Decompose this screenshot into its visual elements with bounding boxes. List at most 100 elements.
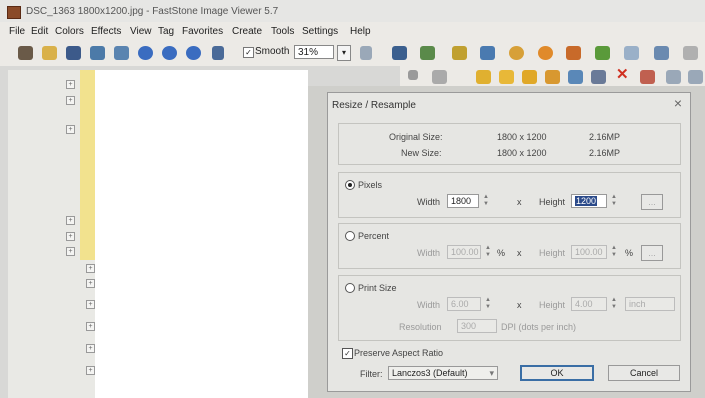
menu-tools[interactable]: Tools xyxy=(271,26,294,37)
percent-label: Percent xyxy=(358,231,390,241)
tree-expand-icon[interactable]: + xyxy=(86,322,95,331)
new-size-mp: 2.16MP xyxy=(589,148,621,158)
menu-file[interactable]: File xyxy=(9,26,25,37)
image-preview[interactable] xyxy=(95,70,308,398)
tree-expand-icon[interactable]: + xyxy=(86,344,95,353)
filter-select[interactable]: Lanczos3 (Default) ▾ xyxy=(388,366,498,380)
tree-expand-icon[interactable]: + xyxy=(66,232,75,241)
tree-expand-icon[interactable]: + xyxy=(86,300,95,309)
zoom-input[interactable]: 31% xyxy=(294,45,334,59)
tree-expand-icon[interactable]: + xyxy=(66,216,75,225)
print-height-spinner[interactable]: ▲ ▼ xyxy=(610,297,618,311)
print-unit-select[interactable]: inch xyxy=(625,297,675,311)
preserve-aspect-checkbox[interactable]: ✓ xyxy=(342,348,353,359)
color-icon[interactable] xyxy=(538,46,553,60)
cancel-button[interactable]: Cancel xyxy=(608,365,680,381)
percent-height-input[interactable]: 100.00 xyxy=(571,245,607,259)
hand-tool-icon[interactable] xyxy=(360,46,372,60)
title-bar: DSC_1363 1800x1200.jpg - FastStone Image… xyxy=(0,0,705,22)
tag-icon[interactable] xyxy=(522,70,537,84)
list-view-icon[interactable] xyxy=(688,70,703,84)
user-icon[interactable] xyxy=(509,46,524,60)
menu-effects[interactable]: Effects xyxy=(91,26,121,37)
tree-expand-icon[interactable]: + xyxy=(86,279,95,288)
resize-icon[interactable] xyxy=(452,46,467,60)
ok-button[interactable]: OK xyxy=(520,365,594,381)
canvas-icon[interactable] xyxy=(480,46,495,60)
rotate-left-icon[interactable] xyxy=(566,46,581,60)
print-size-radio[interactable] xyxy=(345,283,355,293)
camera-icon[interactable] xyxy=(18,46,33,60)
smooth-checkbox[interactable]: ✓ xyxy=(243,47,254,58)
secondary-toolbar: ✕ xyxy=(400,66,705,86)
pixels-height-spinner[interactable]: ▲ ▼ xyxy=(610,194,618,208)
save-icon[interactable] xyxy=(66,46,81,60)
pixels-label: Pixels xyxy=(358,180,383,190)
tree-expand-icon[interactable]: + xyxy=(66,96,75,105)
print-width-spinner[interactable]: ▲ ▼ xyxy=(484,297,492,311)
menu-tag[interactable]: Tag xyxy=(158,26,174,37)
zoom-out-icon[interactable] xyxy=(162,46,177,60)
resolution-input[interactable]: 300 xyxy=(457,319,497,333)
percent-height-spinner[interactable]: ▲ ▼ xyxy=(610,245,618,259)
copy-icon[interactable] xyxy=(545,70,560,84)
percent-width-input[interactable]: 100.00 xyxy=(447,245,481,259)
pixels-height-input[interactable]: 1200 xyxy=(571,194,607,208)
percent-x-label: x xyxy=(517,248,522,258)
move-icon[interactable] xyxy=(568,70,583,84)
tree-expand-icon[interactable]: + xyxy=(86,366,95,375)
info-icon[interactable] xyxy=(640,70,655,84)
chevron-down-icon: ▾ xyxy=(489,368,494,378)
tree-expand-icon[interactable]: + xyxy=(66,125,75,134)
thumbnail-view-icon[interactable] xyxy=(666,70,681,84)
original-size-label: Original Size: xyxy=(389,132,443,142)
resize-dialog: Resize / Resample × Original Size: 1800 … xyxy=(327,92,691,392)
favorites-icon[interactable] xyxy=(499,70,514,84)
percent-radio[interactable] xyxy=(345,231,355,241)
zoom-dropdown-button[interactable]: ▾ xyxy=(337,45,351,61)
menu-view[interactable]: View xyxy=(130,26,152,37)
percent-width-spinner[interactable]: ▲ ▼ xyxy=(484,245,492,259)
folder-icon[interactable] xyxy=(476,70,491,84)
pixels-radio[interactable] xyxy=(345,180,355,190)
menu-help[interactable]: Help xyxy=(350,26,371,37)
print-width-input[interactable]: 6.00 xyxy=(447,297,481,311)
delete-icon[interactable]: ✕ xyxy=(616,67,631,82)
percent-section: Percent Width 100.00 ▲ ▼ % x Height 100.0… xyxy=(338,223,681,269)
print-height-input[interactable]: 4.00 xyxy=(571,297,607,311)
browser-icon[interactable] xyxy=(42,46,57,60)
slideshow-icon[interactable] xyxy=(624,46,639,60)
new-size-value: 1800 x 1200 xyxy=(497,148,547,158)
pixels-more-button[interactable]: ... xyxy=(641,194,663,210)
print-x-label: x xyxy=(517,300,522,310)
tree-expand-icon[interactable]: + xyxy=(86,264,95,273)
tree-expand-icon[interactable]: + xyxy=(66,247,75,256)
fullscreen-icon[interactable] xyxy=(654,46,669,60)
chevron-up-icon[interactable] xyxy=(408,70,418,80)
pixels-width-label: Width xyxy=(417,197,441,207)
print-icon[interactable] xyxy=(591,70,606,84)
actual-size-icon[interactable] xyxy=(186,46,201,60)
print-height-label: Height xyxy=(539,300,566,310)
rotate-right-icon[interactable] xyxy=(595,46,610,60)
save-as-icon[interactable] xyxy=(90,46,105,60)
settings-icon[interactable] xyxy=(683,46,698,60)
close-icon[interactable]: × xyxy=(674,95,682,111)
crop-icon[interactable] xyxy=(420,46,435,60)
menu-favorites[interactable]: Favorites xyxy=(182,26,223,37)
effects-icon[interactable] xyxy=(392,46,407,60)
filter-label: Filter: xyxy=(360,369,383,379)
menu-settings[interactable]: Settings xyxy=(302,26,338,37)
pixels-width-spinner[interactable]: ▲ ▼ xyxy=(482,194,490,208)
email-icon[interactable] xyxy=(114,46,129,60)
dialog-title: Resize / Resample xyxy=(332,100,416,111)
menu-colors[interactable]: Colors xyxy=(55,26,84,37)
dpi-label: DPI (dots per inch) xyxy=(501,322,577,332)
percent-more-button[interactable]: ... xyxy=(641,245,663,261)
menu-create[interactable]: Create xyxy=(232,26,262,37)
zoom-in-icon[interactable] xyxy=(138,46,153,60)
menu-edit[interactable]: Edit xyxy=(31,26,48,37)
pixels-width-input[interactable]: 1800 xyxy=(447,194,479,208)
fit-icon[interactable] xyxy=(212,46,224,60)
tree-expand-icon[interactable]: + xyxy=(66,80,75,89)
